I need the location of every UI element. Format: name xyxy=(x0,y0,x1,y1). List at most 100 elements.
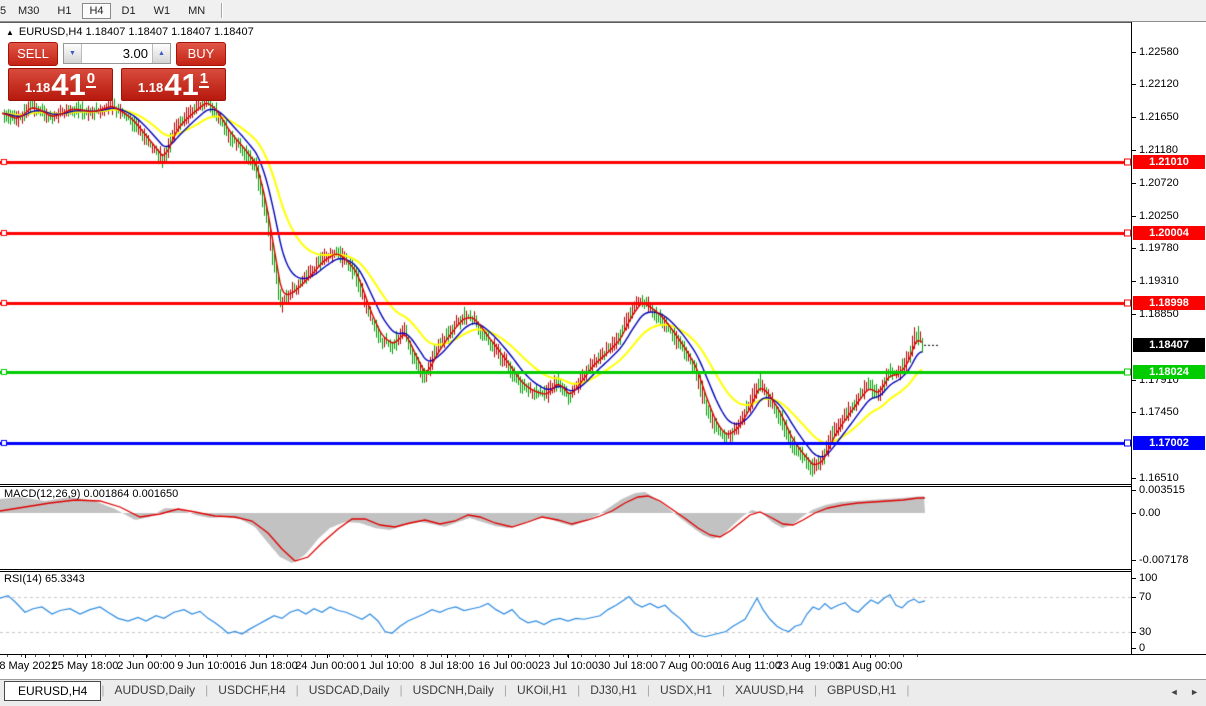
timeframe-m30[interactable]: M30 xyxy=(11,3,46,19)
volume-decrease-icon[interactable]: ▼ xyxy=(64,44,82,63)
tab-scroll-left-icon[interactable]: ◄ xyxy=(1170,687,1179,697)
time-minor-tick xyxy=(189,655,190,657)
tab-ukoil-h1[interactable]: UKOil,H1 xyxy=(507,680,577,700)
time-minor-tick xyxy=(315,655,316,657)
price-tick-label: 1.20250 xyxy=(1139,210,1179,222)
sell-price-pip: 0 xyxy=(86,71,96,88)
time-tick-mark xyxy=(266,655,267,658)
time-tick-mark xyxy=(870,655,871,658)
time-tick-mark xyxy=(568,655,569,658)
hline-anchor-icon[interactable] xyxy=(1124,159,1131,166)
tab-audusd-daily[interactable]: AUDUSD,Daily xyxy=(104,680,205,700)
time-tick-label: 8 Jul 18:00 xyxy=(420,660,474,672)
time-tick-label: 23 Jul 10:00 xyxy=(538,660,598,672)
time-minor-tick xyxy=(77,655,78,657)
tab-xauusd-h4[interactable]: XAUUSD,H4 xyxy=(725,680,814,700)
time-minor-tick xyxy=(49,655,50,657)
timeframe-h1[interactable]: H1 xyxy=(50,3,78,19)
scale-tick-mark xyxy=(1132,578,1136,579)
time-minor-tick xyxy=(735,655,736,657)
timeframe-w1[interactable]: W1 xyxy=(147,3,178,19)
tab-scroll-right-icon[interactable]: ► xyxy=(1190,687,1199,697)
buy-button[interactable]: BUY xyxy=(176,42,226,66)
sell-price-small: 1.18 xyxy=(25,80,50,95)
time-minor-tick xyxy=(371,655,372,657)
time-minor-tick xyxy=(21,655,22,657)
pane-separator[interactable] xyxy=(0,569,1206,570)
pane-separator[interactable] xyxy=(0,486,1206,487)
scale-tick-mark xyxy=(1132,597,1136,598)
buy-price-box[interactable]: 1.18 41 1 xyxy=(121,68,226,101)
time-minor-tick xyxy=(483,655,484,657)
time-minor-tick xyxy=(203,655,204,657)
scale-tick-mark xyxy=(1132,150,1136,151)
hline-anchor-icon[interactable] xyxy=(1124,229,1131,236)
time-tick-mark xyxy=(85,655,86,658)
time-minor-tick xyxy=(63,655,64,657)
sell-button[interactable]: SELL xyxy=(8,42,58,66)
volume-stepper: ▼ ▲ xyxy=(63,43,171,64)
timeframe-partial[interactable]: 5 xyxy=(0,5,9,17)
time-tick-mark xyxy=(689,655,690,658)
volume-increase-icon[interactable]: ▲ xyxy=(152,44,170,63)
hline-price-label: 1.17002 xyxy=(1133,436,1205,450)
time-tick-mark xyxy=(206,655,207,658)
tab-dj30-h1[interactable]: DJ30,H1 xyxy=(580,680,647,700)
scale-tick-mark xyxy=(1132,513,1136,514)
time-minor-tick xyxy=(455,655,456,657)
time-minor-tick xyxy=(693,655,694,657)
sell-price-box[interactable]: 1.18 41 0 xyxy=(8,68,113,101)
time-tick-label: 18 May 2021 xyxy=(0,660,57,672)
time-minor-tick xyxy=(917,655,918,657)
hline-anchor-icon[interactable] xyxy=(1124,368,1131,375)
time-tick-mark xyxy=(25,655,26,658)
rsi-indicator-label: RSI(14) 65.3343 xyxy=(4,573,85,585)
tab-scroll-arrows: ◄ ► xyxy=(1161,687,1199,697)
buy-price-pip: 1 xyxy=(199,71,209,88)
time-minor-tick xyxy=(7,655,8,657)
timeframe-d1[interactable]: D1 xyxy=(115,3,143,19)
tab-usdx-h1[interactable]: USDX,H1 xyxy=(650,680,722,700)
pane-separator[interactable] xyxy=(0,571,1206,572)
time-tick-mark xyxy=(809,655,810,658)
time-minor-tick xyxy=(819,655,820,657)
tab-usdcnh-daily[interactable]: USDCNH,Daily xyxy=(403,680,504,700)
timeframe-mn[interactable]: MN xyxy=(181,3,212,19)
timeframe-buttons: M30H1H4 D1W1MN xyxy=(9,3,214,19)
time-minor-tick xyxy=(105,655,106,657)
price-tick-label: 1.17450 xyxy=(1139,406,1179,418)
price-scale[interactable]: 1.225801.221201.216501.211801.207201.202… xyxy=(1131,22,1206,654)
one-click-trade-panel: SELL ▼ ▲ BUY 1.18 41 0 1.18 41 1 xyxy=(8,41,226,101)
collapse-icon[interactable]: ▲ xyxy=(6,28,14,37)
time-minor-tick xyxy=(245,655,246,657)
time-tick-label: 16 Aug 11:00 xyxy=(717,660,781,672)
time-minor-tick xyxy=(231,655,232,657)
time-minor-tick xyxy=(651,655,652,657)
time-axis[interactable]: 18 May 202125 May 18:002 Jun 00:009 Jun … xyxy=(0,654,1206,679)
time-minor-tick xyxy=(259,655,260,657)
rsi-pane-canvas[interactable] xyxy=(0,572,1131,653)
price-tick-label: 0.00 xyxy=(1139,507,1160,519)
time-tick-label: 7 Aug 00:00 xyxy=(660,660,719,672)
timeframe-h4[interactable]: H4 xyxy=(82,3,110,19)
hline-anchor-icon[interactable] xyxy=(1124,300,1131,307)
scale-tick-mark xyxy=(1132,248,1136,249)
time-minor-tick xyxy=(385,655,386,657)
pane-separator[interactable] xyxy=(0,484,1206,485)
hline-price-label: 1.21010 xyxy=(1133,155,1205,169)
time-minor-tick xyxy=(175,655,176,657)
hline-anchor-icon[interactable] xyxy=(1124,440,1131,447)
hline-price-label: 1.20004 xyxy=(1133,226,1205,240)
tab-usdcad-daily[interactable]: USDCAD,Daily xyxy=(299,680,400,700)
buy-price-big: 41 xyxy=(164,72,198,98)
tab-usdchf-h4[interactable]: USDCHF,H4 xyxy=(208,680,295,700)
volume-input[interactable] xyxy=(82,44,152,63)
time-minor-tick xyxy=(553,655,554,657)
time-tick-label: 25 May 18:00 xyxy=(52,660,119,672)
time-tick-mark xyxy=(447,655,448,658)
tab-gbpusd-h1[interactable]: GBPUSD,H1 xyxy=(817,680,906,700)
time-minor-tick xyxy=(343,655,344,657)
time-tick-label: 2 Jun 00:00 xyxy=(117,660,175,672)
tab-eurusd-h4[interactable]: EURUSD,H4 xyxy=(4,681,101,701)
time-minor-tick xyxy=(273,655,274,657)
